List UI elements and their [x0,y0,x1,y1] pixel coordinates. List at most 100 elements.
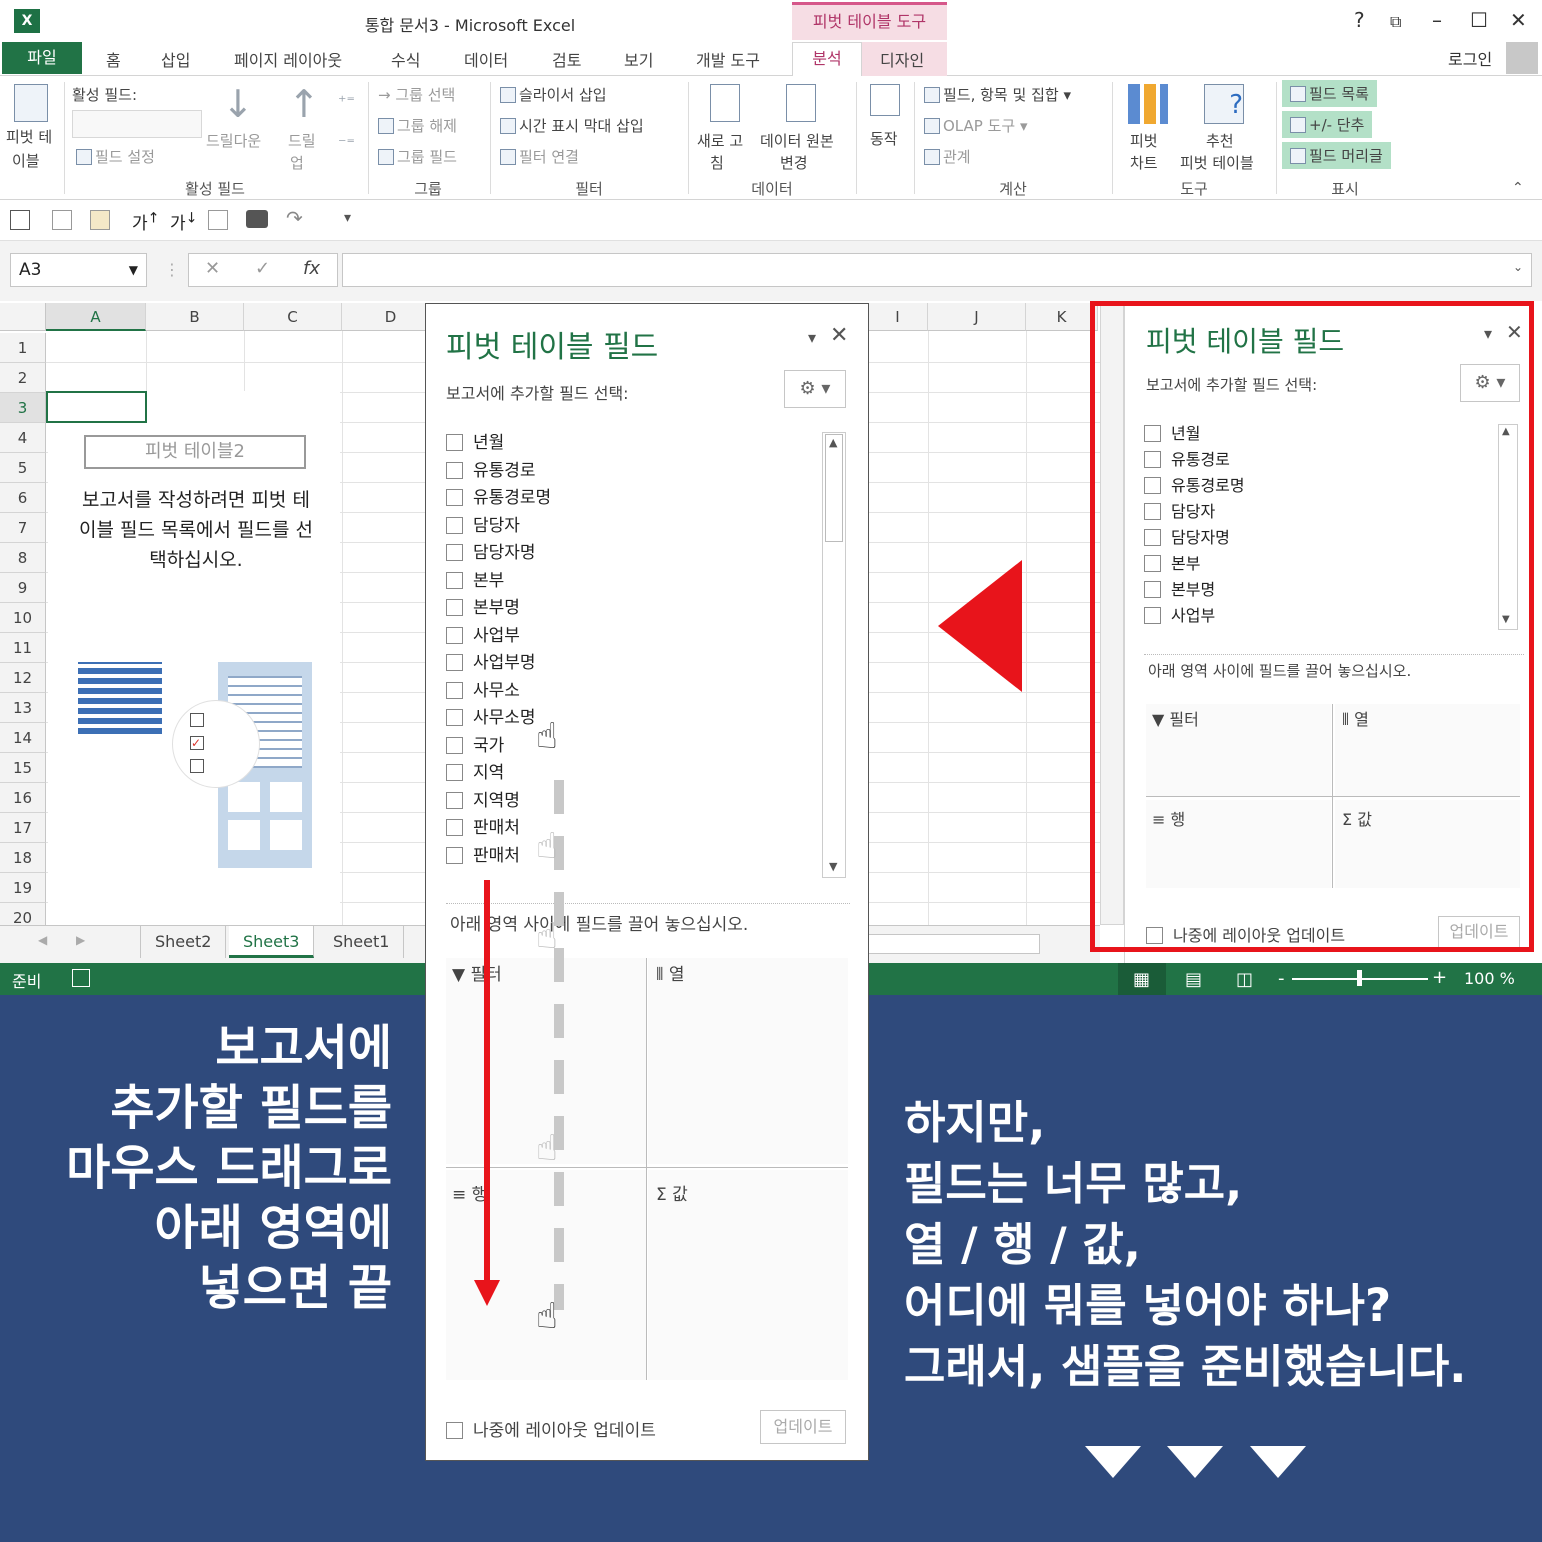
pivot-table-options-label-1[interactable]: 피벗 테 [6,126,52,147]
center-pane-options-icon[interactable]: ▾ [808,328,816,347]
field-checkbox[interactable] [446,736,463,754]
insert-slicer-button[interactable]: 슬라이서 삽입 [500,84,607,105]
zoom-out-button[interactable]: - [1278,968,1285,989]
column-header-c[interactable]: C [244,303,342,331]
center-pane-close-button[interactable]: ✕ [830,323,848,348]
center-columns-area[interactable] [648,958,848,1164]
column-header-k[interactable]: K [1026,303,1098,331]
row-header[interactable]: 18 [0,843,46,873]
formula-input[interactable]: ⌄ [342,253,1532,287]
olap-tools-button[interactable]: OLAP 도구 ▾ [924,115,1028,136]
center-update-button[interactable]: 업데이트 [760,1410,846,1444]
field-checkbox[interactable] [446,516,463,534]
field-checkbox[interactable] [446,681,463,699]
scroll-up-icon[interactable]: ▲ [829,436,837,449]
field-item[interactable]: 판매처 [446,841,520,866]
field-checkbox[interactable] [446,764,463,781]
row-header[interactable]: 15 [0,753,46,783]
field-item[interactable]: 판매처 [446,813,520,838]
actions-button[interactable]: 동작 [870,128,898,149]
row-header[interactable]: 3 [0,393,46,423]
field-item[interactable]: 지역명 [446,786,520,811]
tab-formulas[interactable]: 수식 [391,47,420,71]
pivot-chart-label-2[interactable]: 차트 [1130,152,1158,173]
field-item[interactable]: 사업부명 [446,648,536,673]
refresh-label-2[interactable]: 침 [710,152,724,173]
clipboard-icon[interactable] [52,210,72,230]
group-selection-button[interactable]: → 그룹 선택 [378,84,455,105]
camera-icon[interactable] [246,210,268,228]
field-checkbox[interactable] [446,791,463,809]
field-checkbox[interactable] [446,489,463,506]
page-layout-view-icon[interactable]: ▤ [1185,969,1202,990]
field-checkbox[interactable] [446,626,463,644]
zoom-slider-thumb[interactable] [1357,970,1362,986]
pivot-table-options-label-2[interactable]: 이블 [12,150,40,171]
tab-page-layout[interactable]: 페이지 레이아웃 [234,47,342,71]
zoom-level[interactable]: 100 % [1464,969,1515,988]
redo-icon[interactable]: ↷ [286,206,303,230]
field-item[interactable]: 년월 [446,428,504,453]
row-header[interactable]: 6 [0,483,46,513]
recommended-pivot-label-1[interactable]: 추천 [1206,130,1234,151]
scroll-right-icon[interactable]: ▶ [76,933,85,947]
row-header[interactable]: 7 [0,513,46,543]
row-header[interactable]: 19 [0,873,46,903]
collapse-ribbon-icon[interactable]: ⌃ [1512,180,1524,196]
row-header[interactable]: 14 [0,723,46,753]
row-header[interactable]: 17 [0,813,46,843]
row-header[interactable]: 12 [0,663,46,693]
recommended-pivot-label-2[interactable]: 피벗 테이블 [1180,152,1254,173]
field-item[interactable]: 지역 [446,758,504,783]
ungroup-button[interactable]: 그룹 해제 [378,115,457,136]
chevron-down-icon[interactable]: ▼ [129,254,138,286]
filter-connections-button[interactable]: 필터 연결 [500,146,579,167]
field-item[interactable]: 사무소명 [446,703,536,728]
fields-items-sets-button[interactable]: 필드, 항목 및 집합 ▾ [924,84,1071,105]
help-button[interactable]: ? [1354,8,1365,32]
field-checkbox[interactable] [446,434,463,451]
login-link[interactable]: 로그인 [1448,46,1492,70]
tab-home[interactable]: 홈 [106,47,121,71]
minimize-button[interactable]: – [1432,8,1442,32]
field-item[interactable]: 본부명 [446,593,520,618]
scroll-left-icon[interactable]: ◀ [38,933,47,947]
row-header[interactable]: 8 [0,543,46,573]
insert-timeline-button[interactable]: 시간 표시 막대 삽입 [500,115,644,136]
field-checkbox[interactable] [446,819,463,836]
row-header[interactable]: 4 [0,423,46,453]
tab-view[interactable]: 보기 [624,47,653,71]
row-header[interactable]: 2 [0,363,46,393]
field-checkbox[interactable] [446,544,463,561]
field-checkbox[interactable] [446,654,463,671]
row-header[interactable]: 1 [0,333,46,363]
maximize-button[interactable]: ☐ [1470,8,1488,32]
grid-icon[interactable] [208,210,228,230]
sheet-tab-sheet3[interactable]: Sheet3 [229,926,315,958]
scroll-down-icon[interactable]: ▼ [829,860,837,873]
row-header[interactable]: 10 [0,603,46,633]
format-painter-icon[interactable] [90,210,110,230]
field-item[interactable]: 유통경로 [446,456,536,481]
zoom-in-button[interactable]: + [1432,967,1447,988]
drill-down-button[interactable]: 드릴다운 [206,130,261,151]
collapse-field-icon[interactable]: ⁻⁼ [338,134,355,153]
enter-icon[interactable]: ✓ [255,258,270,279]
field-headers-toggle[interactable]: 필드 머리글 [1282,142,1391,169]
sheet-tab-sheet2[interactable]: Sheet2 [140,926,227,958]
change-source-label-2[interactable]: 변경 [780,152,808,173]
avatar[interactable] [1506,42,1538,74]
field-checkbox[interactable] [446,461,463,479]
relationships-button[interactable]: 관계 [924,146,971,167]
customize-qat-icon[interactable]: ▾ [344,210,351,226]
active-cell-a3[interactable] [46,391,147,423]
expand-field-icon[interactable]: ⁺⁼ [338,92,355,111]
field-list-button[interactable]: 필드 목록 [1282,80,1377,107]
column-header-j[interactable]: J [928,303,1026,331]
field-item[interactable]: 사업부 [446,621,520,646]
row-header[interactable]: 11 [0,633,46,663]
ribbon-display-options-icon[interactable]: ⧉ [1390,12,1401,32]
tab-data[interactable]: 데이터 [464,47,508,71]
name-box[interactable]: A3 ▼ [10,253,147,287]
tab-design[interactable]: 디자인 [880,47,924,71]
